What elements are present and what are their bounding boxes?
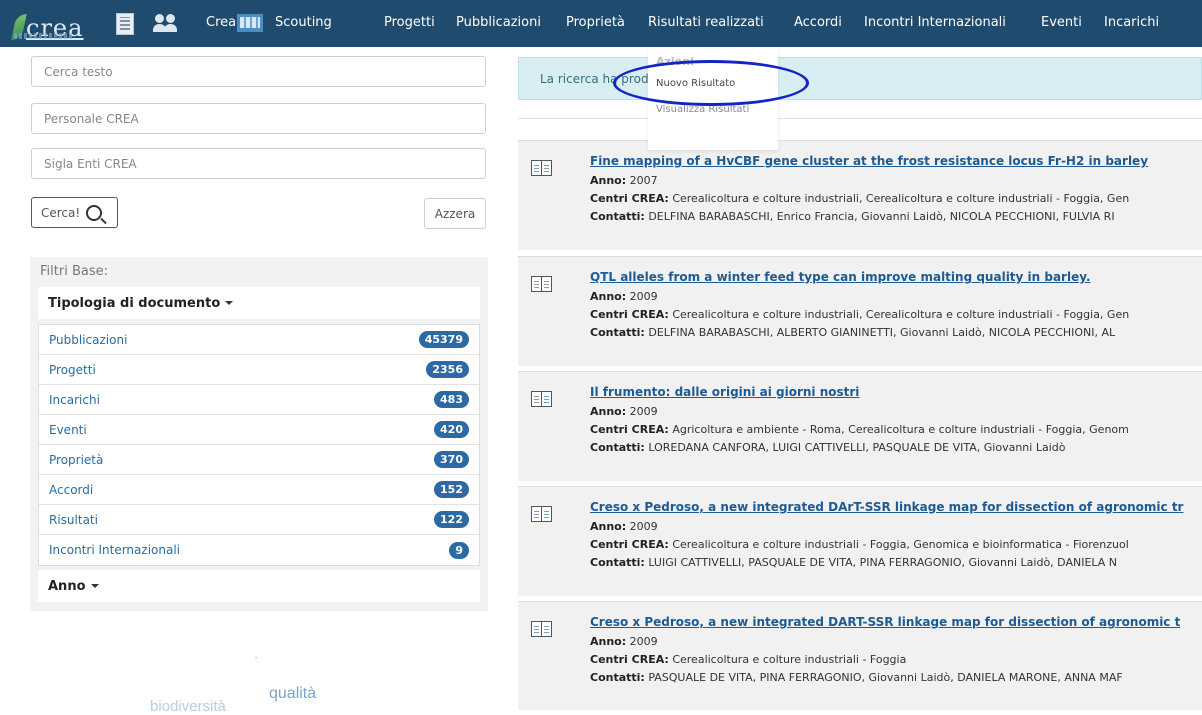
book-icon <box>530 159 552 177</box>
year-label: Anno <box>48 578 86 594</box>
filter-item-pubblicazioni[interactable]: Pubblicazioni 45379 <box>39 325 479 355</box>
filter-label: Risultati <box>49 512 98 527</box>
building-icon[interactable] <box>116 13 134 35</box>
result-title-link[interactable]: QTL alleles from a winter feed type can … <box>590 270 1091 284</box>
filter-item-incontri-internazionali[interactable]: Incontri Internazionali 9 <box>39 535 479 565</box>
divider <box>518 118 1202 119</box>
nav-crea[interactable]: Crea <box>206 15 236 30</box>
personale-field[interactable] <box>31 103 486 134</box>
result-year: Anno: 2009 <box>590 405 658 418</box>
doc-type-list: Pubblicazioni 45379 Progetti 2356 Incari… <box>38 324 480 566</box>
logo-tagline <box>14 33 72 39</box>
caret-down-icon <box>90 584 99 588</box>
nav-risultati-realizzati[interactable]: Risultati realizzati <box>648 15 764 30</box>
count-badge: 483 <box>434 391 469 408</box>
people-icon[interactable] <box>153 12 179 34</box>
result-contatti: Contatti: PASQUALE DE VITA, PINA FERRAGO… <box>590 671 1123 684</box>
filter-item-progetti[interactable]: Progetti 2356 <box>39 355 479 385</box>
result-title-link[interactable]: Il frumento: dalle origini ai giorni nos… <box>590 385 859 399</box>
highlight-circle <box>613 60 809 106</box>
result-item: Creso x Pedroso, a new integrated DART-S… <box>518 601 1202 710</box>
result-contatti: Contatti: DELFINA BARABASCHI, ALBERTO GI… <box>590 326 1116 339</box>
result-centri: Centri CREA: Cerealicoltura e colture in… <box>590 192 1130 205</box>
year-toggle[interactable]: Anno <box>38 570 480 602</box>
filter-label: Progetti <box>49 362 96 377</box>
filter-item-incarichi[interactable]: Incarichi 483 <box>39 385 479 415</box>
personale-input[interactable] <box>32 104 485 133</box>
book-icon <box>530 275 552 293</box>
search-icon <box>86 204 103 221</box>
nav-pubblicazioni[interactable]: Pubblicazioni <box>456 15 541 30</box>
doc-type-toggle[interactable]: Tipologia di documento <box>38 287 480 319</box>
reset-button[interactable]: Azzera <box>424 198 486 229</box>
count-badge: 152 <box>434 481 469 498</box>
nav-incontri-internazionali[interactable]: Incontri Internazionali <box>864 15 1006 30</box>
result-year: Anno: 2009 <box>590 290 658 303</box>
result-contatti: Contatti: DELFINA BARABASCHI, Enrico Fra… <box>590 210 1115 223</box>
book-icon <box>530 505 552 523</box>
result-centri: Centri CREA: Cerealicoltura e colture in… <box>590 653 907 666</box>
search-input[interactable] <box>32 57 485 86</box>
top-navbar: crea Crea Scouting Progetti Pubblicazion… <box>0 0 1202 47</box>
result-item: QTL alleles from a winter feed type can … <box>518 256 1202 366</box>
filter-panel: Filtri Base: Tipologia di documento Pubb… <box>30 257 488 611</box>
sigla-field[interactable] <box>31 148 486 179</box>
sigla-input[interactable] <box>32 149 485 178</box>
result-centri: Centri CREA: Cerealicoltura e colture in… <box>590 538 1129 551</box>
result-centri: Centri CREA: Cerealicoltura e colture in… <box>590 308 1130 321</box>
result-item: Il frumento: dalle origini ai giorni nos… <box>518 371 1202 481</box>
filter-title: Filtri Base: <box>40 264 108 279</box>
search-button-label: Cerca! <box>41 205 81 220</box>
result-year: Anno: 2009 <box>590 635 658 648</box>
result-contatti: Contatti: LUIGI CATTIVELLI, PASQUALE DE … <box>590 556 1118 569</box>
count-badge: 122 <box>434 511 469 528</box>
filter-label: Incontri Internazionali <box>49 543 180 557</box>
nav-progetti[interactable]: Progetti <box>384 15 435 30</box>
nav-proprieta[interactable]: Proprietà <box>566 15 625 30</box>
filter-item-accordi[interactable]: Accordi 152 <box>39 475 479 505</box>
book-icon <box>530 620 552 638</box>
filter-label: Eventi <box>49 422 87 437</box>
result-year: Anno: 2009 <box>590 520 658 533</box>
nav-scouting[interactable]: Scouting <box>275 15 332 30</box>
result-title-link[interactable]: Creso x Pedroso, a new integrated DART-S… <box>590 615 1180 629</box>
filter-label: Incarichi <box>49 392 100 407</box>
books-icon[interactable] <box>237 14 263 32</box>
decor-word: qualità <box>269 685 317 702</box>
decor-word: biodiversità <box>150 698 226 715</box>
search-button[interactable]: Cerca! <box>31 197 118 228</box>
result-title-link[interactable]: Fine mapping of a HvCBF gene cluster at … <box>590 154 1148 168</box>
result-item: Fine mapping of a HvCBF gene cluster at … <box>518 140 1202 250</box>
result-item: Creso x Pedroso, a new integrated DArT-S… <box>518 486 1202 596</box>
result-year: Anno: 2007 <box>590 174 658 187</box>
result-centri: Centri CREA: Agricoltura e ambiente - Ro… <box>590 423 1129 436</box>
filter-item-proprieta[interactable]: Proprietà 370 <box>39 445 479 475</box>
filter-item-eventi[interactable]: Eventi 420 <box>39 415 479 445</box>
nav-incarichi[interactable]: Incarichi <box>1104 15 1159 30</box>
count-badge: 2356 <box>426 361 469 378</box>
filter-label: Pubblicazioni <box>49 332 128 347</box>
filter-item-risultati[interactable]: Risultati 122 <box>39 505 479 535</box>
nav-eventi[interactable]: Eventi <box>1041 15 1082 30</box>
doc-type-label: Tipologia di documento <box>48 295 221 311</box>
count-badge: 9 <box>449 541 469 559</box>
count-badge: 45379 <box>418 331 469 348</box>
search-text-field[interactable] <box>31 56 486 87</box>
nav-accordi[interactable]: Accordi <box>794 15 842 30</box>
filter-label: Proprietà <box>49 452 104 467</box>
decor-dash: - <box>255 655 258 662</box>
count-badge: 420 <box>434 421 469 438</box>
count-badge: 370 <box>434 451 469 468</box>
filter-label: Accordi <box>49 482 94 497</box>
result-contatti: Contatti: LOREDANA CANFORA, LUIGI CATTIV… <box>590 441 1066 454</box>
result-title-link[interactable]: Creso x Pedroso, a new integrated DArT-S… <box>590 500 1183 514</box>
caret-down-icon <box>225 301 234 305</box>
book-icon <box>530 390 552 408</box>
